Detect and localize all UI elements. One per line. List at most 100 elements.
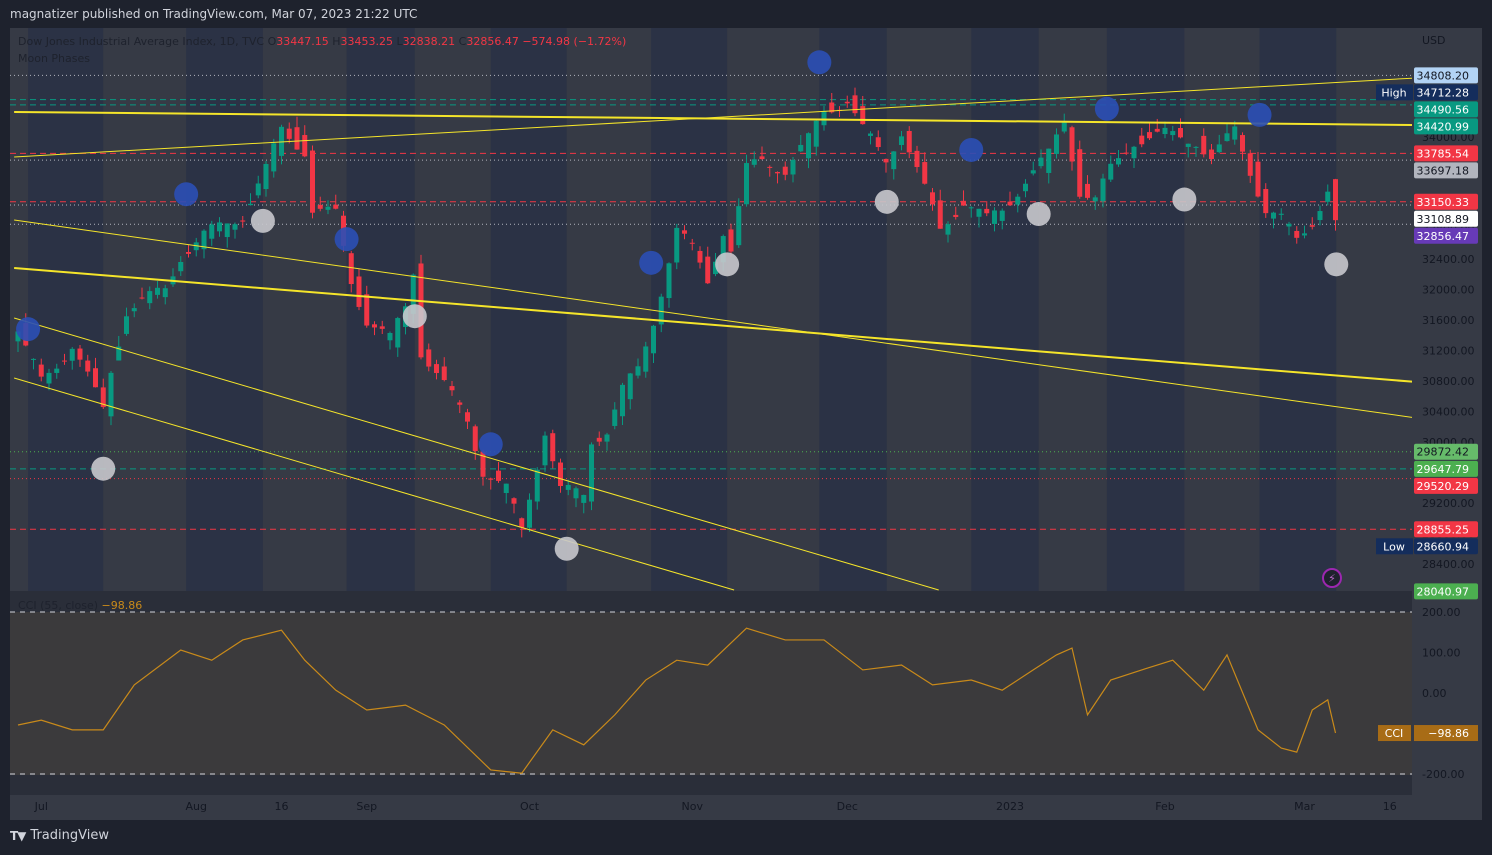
candle-body (1286, 223, 1292, 227)
time-tick-label: Nov (682, 800, 704, 813)
price-tick-label: 31200.00 (1422, 345, 1475, 358)
new-moon-band (971, 28, 1039, 591)
full-moon-marker (250, 208, 275, 233)
candle-body (674, 227, 680, 263)
price-label-value: 33697.18 (1417, 164, 1470, 177)
candle-body (806, 133, 811, 159)
price-label-tag-text: Low (1383, 540, 1405, 553)
new-moon-marker (807, 50, 832, 75)
candle-body (999, 210, 1005, 221)
full-moon-marker (91, 456, 116, 481)
candle-body (1116, 158, 1121, 165)
candle-body (1046, 148, 1052, 173)
candle-body (1325, 191, 1331, 202)
candle-body (666, 263, 672, 299)
open-label: O (267, 35, 277, 48)
price-tick-label: 30400.00 (1422, 406, 1475, 419)
candle-body (271, 143, 277, 172)
new-moon-marker (16, 317, 41, 342)
candle-body (682, 230, 687, 234)
candle-body (930, 192, 935, 205)
candle-body (93, 368, 98, 388)
candle-body (868, 133, 873, 136)
candle-body (1302, 233, 1307, 236)
close-value: 32856.47 (466, 35, 519, 48)
price-tick-label: 32400.00 (1422, 253, 1475, 266)
candle-body (736, 206, 742, 246)
symbol-name: Dow Jones Industrial Average Index, 1D, … (18, 35, 265, 48)
candle-body (69, 348, 75, 361)
candle-body (496, 470, 501, 481)
candle-body (325, 206, 331, 210)
candle-body (782, 166, 788, 175)
candle-body (232, 224, 238, 230)
candle-body (1232, 126, 1238, 140)
candle-body (217, 222, 222, 232)
candle-body (1309, 225, 1315, 227)
price-label-value: 32856.47 (1417, 230, 1470, 243)
price-label-value: 33785.54 (1417, 147, 1470, 160)
cci-value-text: −98.86 (1428, 727, 1469, 740)
candle-body (1240, 135, 1245, 152)
candle-body (1030, 170, 1036, 174)
cci-legend[interactable]: CCI (55, close) −98.86 (18, 599, 142, 612)
candle-body (457, 402, 463, 405)
time-tick-label: 16 (275, 800, 289, 813)
candle-body (364, 294, 370, 326)
candle-body (54, 368, 60, 373)
candle-body (1147, 132, 1152, 139)
candle-body (1085, 183, 1090, 198)
candle-body (852, 95, 858, 114)
candle-body (899, 136, 904, 146)
cci-legend-name: CCI (55, close) (18, 599, 99, 612)
candle-body (728, 229, 734, 252)
candle-body (953, 214, 959, 218)
high-value: 33453.25 (340, 35, 394, 48)
candle-body (186, 251, 191, 254)
candle-body (124, 316, 129, 334)
candle-body (1108, 163, 1114, 180)
candle-body (1092, 197, 1098, 202)
time-tick-label: 16 (1383, 800, 1397, 813)
candle-body (147, 291, 153, 304)
candle-body (31, 358, 36, 360)
full-moon-marker (1026, 202, 1051, 227)
full-moon-marker (554, 536, 579, 561)
indicator-legend-moon-phases[interactable]: Moon Phases (18, 52, 90, 65)
candle-body (891, 151, 897, 170)
candle-body (558, 462, 563, 487)
time-axis[interactable] (10, 795, 1412, 820)
candle-body (775, 171, 780, 174)
candle-body (643, 346, 649, 372)
price-tick-label: 28400.00 (1422, 558, 1475, 571)
candle-body (914, 150, 920, 167)
low-value: 32838.21 (402, 35, 456, 48)
candle-body (906, 130, 912, 153)
candle-body (372, 324, 377, 328)
chart-canvas[interactable]: 34800.0034400.0034000.0033600.0033200.00… (10, 28, 1482, 820)
candle-body (62, 360, 67, 362)
price-label-value: 29647.79 (1417, 463, 1470, 476)
candle-body (294, 127, 300, 150)
candle-body (178, 261, 184, 272)
candle-body (767, 166, 773, 168)
candle-body (240, 220, 246, 222)
cci-band-fill (10, 612, 1412, 775)
price-label-value: 34490.56 (1417, 103, 1470, 116)
candle-body (1216, 144, 1222, 153)
chart-frame[interactable]: 34800.0034400.0034000.0033600.0033200.00… (10, 28, 1482, 820)
candle-body (821, 111, 827, 126)
candle-body (961, 200, 966, 206)
full-moon-marker (1324, 252, 1349, 277)
price-tick-label: 31600.00 (1422, 314, 1475, 327)
cci-tick-label: 100.00 (1422, 647, 1461, 660)
candle-body (651, 325, 656, 354)
candle-body (883, 158, 889, 163)
time-tick-label: Oct (520, 800, 540, 813)
change-value: −574.98 (−1.72%) (522, 35, 627, 48)
candle-body (441, 366, 447, 381)
candle-body (1317, 211, 1323, 221)
time-tick-label: Feb (1155, 800, 1174, 813)
candle-body (744, 163, 749, 205)
candle-body (1170, 131, 1176, 136)
